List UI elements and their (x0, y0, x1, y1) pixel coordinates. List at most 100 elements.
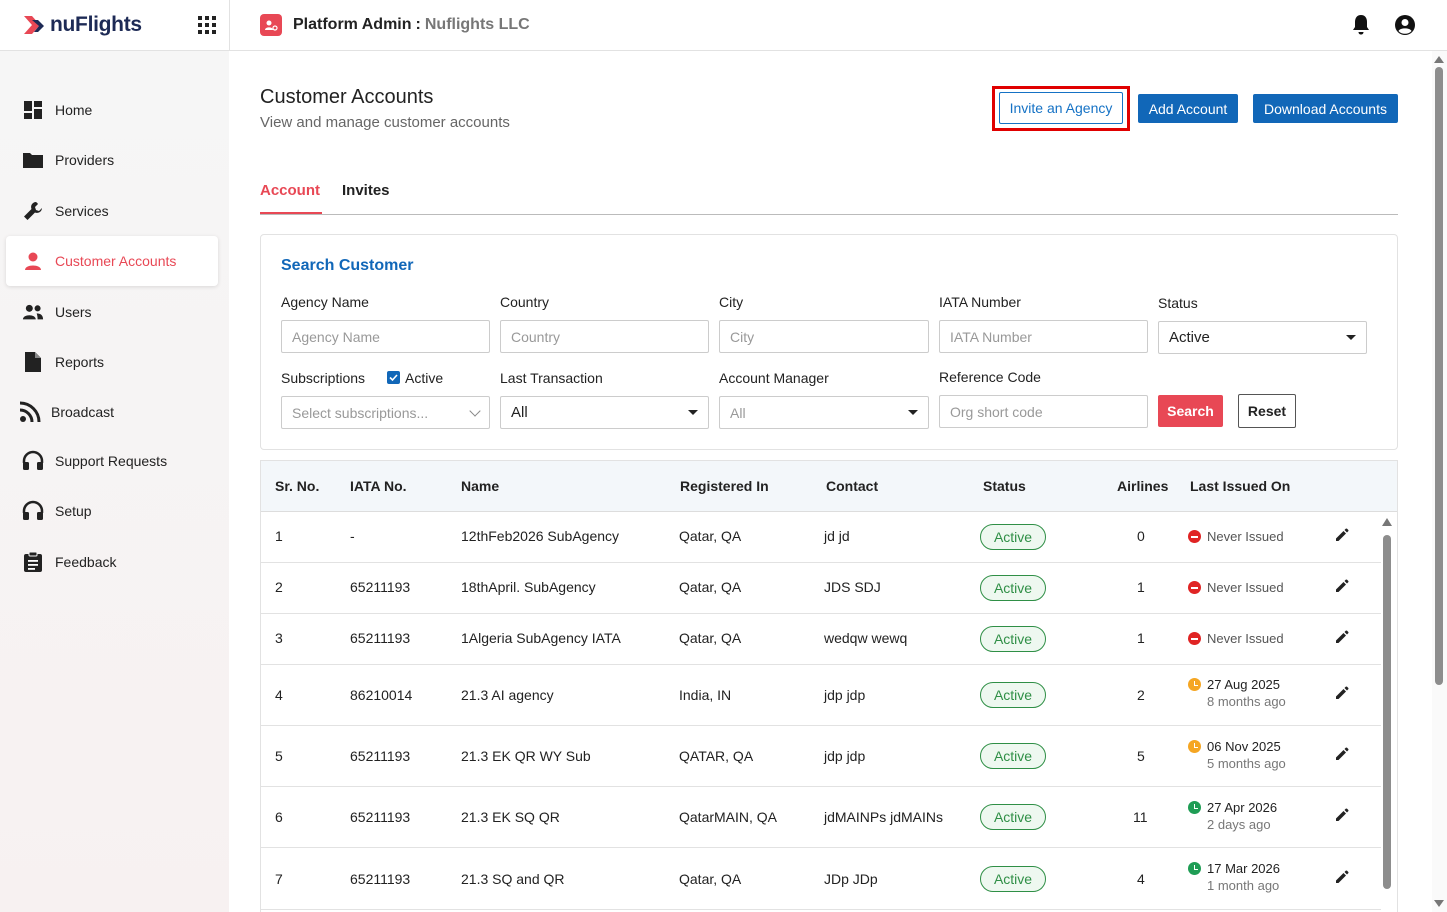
status-select[interactable]: Active (1158, 321, 1367, 354)
sidebar-item-customer-accounts[interactable]: Customer Accounts (6, 236, 218, 286)
column-header[interactable]: Registered In (680, 478, 769, 494)
dashboard-icon (22, 99, 44, 121)
airlines-cell: 2 (1137, 687, 1145, 703)
person-icon (22, 250, 44, 272)
airlines-cell: 0 (1137, 528, 1145, 544)
top-bar: nuFlights Platform Admin : Nuflights LLC (0, 0, 1447, 51)
column-header[interactable]: Sr. No. (275, 478, 319, 494)
status-badge: Active (980, 866, 1046, 892)
table-row[interactable]: 1 - 12thFeb2026 SubAgency Qatar, QA jd j… (261, 512, 1381, 563)
never-issued-icon (1188, 632, 1201, 645)
invite-agency-button[interactable]: Invite an Agency (999, 92, 1123, 124)
wrench-icon (22, 200, 44, 222)
topbar-divider (229, 0, 230, 51)
airlines-cell: 5 (1137, 748, 1145, 764)
headset-icon (22, 450, 44, 472)
platform-header: Platform Admin : Nuflights LLC (260, 14, 530, 36)
status-select-value: Active (1169, 329, 1210, 346)
column-header[interactable]: Airlines (1117, 478, 1168, 494)
last-transaction-label: Last Transaction (500, 370, 603, 386)
iata-cell: 65211193 (350, 871, 411, 887)
last-transaction-select[interactable]: All (500, 396, 709, 429)
last-issued-text: Never Issued (1207, 631, 1284, 646)
sidebar-item-providers[interactable]: Providers (6, 135, 218, 185)
table-row[interactable]: 5 65211193 21.3 EK QR WY Sub QATAR, QA j… (261, 726, 1381, 787)
contact-cell: jdp jdp (824, 748, 866, 764)
pencil-icon[interactable] (1334, 578, 1350, 594)
iata-number-input[interactable] (939, 320, 1148, 353)
active-checkbox[interactable] (387, 371, 400, 384)
search-button[interactable]: Search (1158, 395, 1223, 427)
platform-admin-icon (260, 14, 282, 36)
pencil-icon[interactable] (1334, 527, 1350, 543)
last-issued-cell: Never Issued (1188, 529, 1284, 545)
bell-icon[interactable] (1351, 14, 1371, 36)
column-header[interactable]: Contact (826, 478, 878, 494)
page-scrollbar-thumb[interactable] (1435, 67, 1443, 685)
column-header[interactable]: Status (983, 478, 1026, 494)
tab-account[interactable]: Account (260, 182, 320, 199)
tab-invites[interactable]: Invites (342, 182, 390, 199)
nuflights-logo[interactable]: nuFlights (22, 10, 142, 40)
page-scrollbar[interactable] (1432, 51, 1447, 912)
pencil-icon[interactable] (1334, 746, 1350, 762)
sr-no-cell: 6 (275, 809, 283, 825)
sidebar-item-users[interactable]: Users (6, 287, 218, 337)
account-manager-select[interactable]: All (719, 396, 929, 429)
sidebar-item-label: Providers (55, 152, 115, 168)
column-header[interactable]: Name (461, 478, 499, 494)
contact-cell: jd jd (824, 528, 850, 544)
caret-down-icon (908, 410, 918, 415)
column-header[interactable]: Last Issued On (1190, 478, 1290, 494)
pencil-icon[interactable] (1334, 869, 1350, 885)
account-manager-value: All (730, 404, 746, 421)
table-row[interactable]: 2 65211193 18thApril. SubAgency Qatar, Q… (261, 563, 1381, 614)
page-subtitle: View and manage customer accounts (260, 114, 510, 131)
checkmark-icon (389, 374, 398, 382)
pencil-icon[interactable] (1334, 807, 1350, 823)
tabs: Account Invites (260, 180, 1398, 215)
last-issued-text: Never Issued (1207, 580, 1284, 595)
sidebar-item-services[interactable]: Services (6, 186, 218, 236)
page-title: Customer Accounts (260, 86, 434, 108)
column-header[interactable]: IATA No. (350, 478, 407, 494)
sidebar-item-home[interactable]: Home (6, 85, 218, 135)
sidebar-item-feedback[interactable]: Feedback (6, 537, 218, 587)
sidebar-item-broadcast[interactable]: Broadcast (6, 387, 218, 437)
apps-grid-icon[interactable] (198, 16, 216, 34)
pencil-icon[interactable] (1334, 685, 1350, 701)
sidebar-item-reports[interactable]: Reports (6, 337, 218, 387)
pencil-icon[interactable] (1334, 629, 1350, 645)
search-customer-card: Search Customer Agency Name Country City… (260, 234, 1398, 450)
country-label: Country (500, 294, 550, 310)
add-account-button[interactable]: Add Account (1138, 94, 1238, 123)
last-issued-relative: 8 months ago (1207, 694, 1286, 709)
scroll-up-arrow-icon[interactable] (1382, 518, 1392, 526)
sidebar-item-label: Users (55, 304, 92, 320)
reference-code-input[interactable] (939, 395, 1148, 428)
agency-name-input[interactable] (281, 320, 490, 353)
scroll-down-arrow-icon[interactable] (1434, 900, 1444, 907)
sr-no-cell: 3 (275, 630, 283, 646)
sidebar: Home Providers Services Customer Account… (0, 51, 229, 912)
country-input[interactable] (500, 320, 709, 353)
scroll-up-arrow-icon[interactable] (1434, 56, 1444, 63)
table-row[interactable]: 4 86210014 21.3 AI agency India, IN jdp … (261, 665, 1381, 726)
never-issued-icon (1188, 530, 1201, 543)
table-scrollbar[interactable] (1381, 515, 1393, 912)
name-cell: 21.3 EK QR WY Sub (461, 748, 591, 764)
table-scrollbar-thumb[interactable] (1383, 535, 1391, 889)
subscriptions-select[interactable]: Select subscriptions... (281, 396, 490, 429)
table-row[interactable]: 7 65211193 21.3 SQ and QR Qatar, QA JDp … (261, 848, 1381, 910)
clock-icon (1188, 740, 1201, 753)
reset-button[interactable]: Reset (1238, 394, 1296, 428)
last-issued-date: 06 Nov 2025 (1207, 739, 1281, 754)
sidebar-item-support-requests[interactable]: Support Requests (6, 436, 218, 486)
sidebar-item-setup[interactable]: Setup (6, 486, 218, 536)
city-input[interactable] (719, 320, 929, 353)
registered-cell: India, IN (679, 687, 732, 703)
download-accounts-button[interactable]: Download Accounts (1253, 94, 1398, 123)
table-row[interactable]: 6 65211193 21.3 EK SQ QR QatarMAIN, QA j… (261, 787, 1381, 848)
profile-icon[interactable] (1394, 14, 1416, 36)
table-row[interactable]: 3 65211193 1Algeria SubAgency IATA Qatar… (261, 614, 1381, 665)
